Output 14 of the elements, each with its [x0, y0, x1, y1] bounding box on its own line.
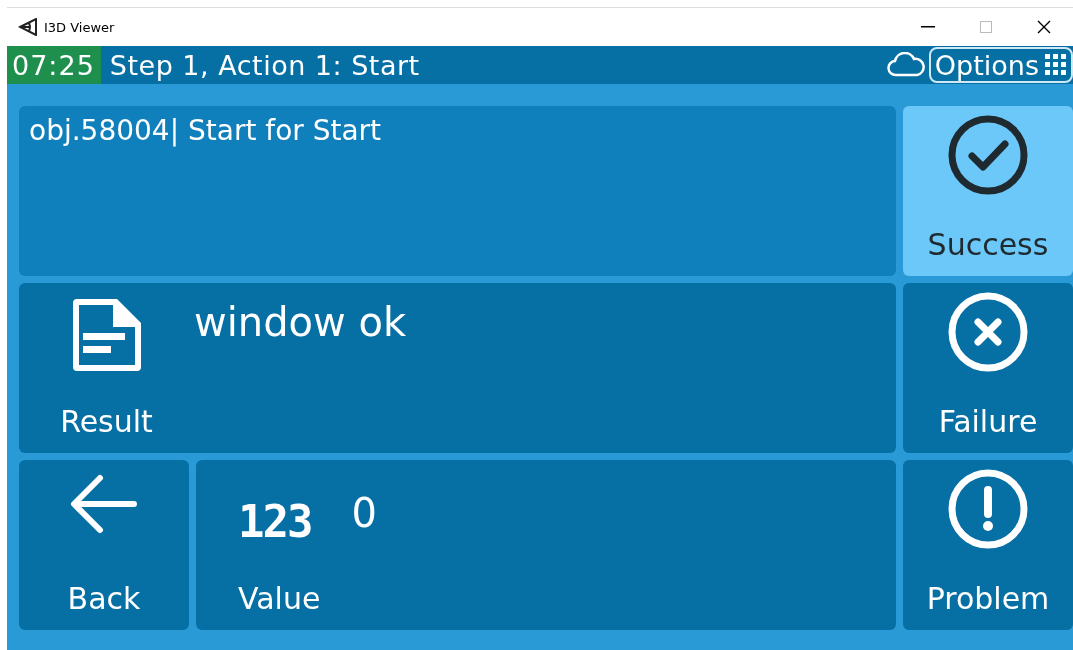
timer: 07:25 [7, 46, 101, 84]
value-label: Value [238, 581, 321, 616]
failure-button[interactable]: Failure [903, 283, 1073, 453]
result-label: Result [60, 404, 153, 439]
success-button[interactable]: Success [903, 106, 1073, 276]
value-text: 0 [351, 490, 377, 536]
options-button[interactable]: Options [928, 47, 1073, 83]
back-button[interactable]: Back [19, 460, 189, 630]
result-text: window ok [194, 299, 407, 345]
number-icon: 123 [238, 496, 312, 547]
step-title: Step 1, Action 1: Start [108, 49, 421, 81]
window-title: I3D Viewer [44, 19, 116, 35]
problem-button[interactable]: Problem [903, 460, 1073, 630]
instruction-text: obj.58004| Start for Start [29, 114, 382, 147]
